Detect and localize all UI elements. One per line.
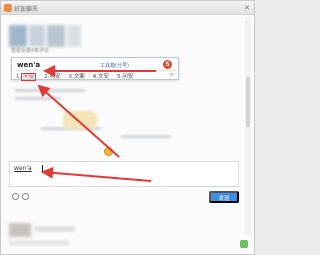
blurred-image (63, 111, 97, 129)
ime-toolbox-label[interactable]: 工具箱(分号) (100, 62, 129, 69)
ime-candidate[interactable]: 4.文安 (93, 72, 109, 80)
ime-candidate[interactable]: 5.问安 (117, 72, 133, 80)
blurred-text (121, 135, 171, 138)
candidate-text: 文安 (98, 74, 110, 80)
message-input[interactable]: wen'a (9, 161, 239, 187)
ime-divider (15, 70, 175, 71)
emoji-icon (104, 147, 113, 156)
ime-candidate[interactable]: 2.吻安 (44, 72, 60, 80)
window-title: 好友聊天 (14, 6, 39, 13)
chat-history (1, 83, 245, 161)
sogou-logo-icon: S (163, 60, 172, 69)
scrollbar[interactable] (245, 17, 251, 235)
chat-window: 好友聊天 ✕ 查看全部4条评论 wen'a 工具箱(分号) S 1. 问安 2.吻… (0, 0, 255, 255)
close-icon[interactable]: ✕ (243, 4, 251, 12)
blurred-image (47, 25, 65, 47)
ime-composition: wen'a (17, 61, 41, 69)
at-icon[interactable] (22, 193, 29, 200)
candidate-text: 问安 (21, 73, 37, 81)
blurred-image (67, 25, 81, 47)
candidate-text: 问安 (122, 74, 134, 80)
ime-candidate[interactable]: 3.文案 (69, 72, 85, 80)
comment-caption: 查看全部4条评论 (11, 48, 50, 54)
message-input-text: wen'a (14, 165, 32, 172)
blurred-image (9, 223, 31, 237)
blurred-text (15, 97, 61, 100)
blurred-image (29, 25, 45, 47)
ime-next-page-icon[interactable]: > (170, 72, 174, 78)
scroll-thumb[interactable] (246, 77, 250, 127)
corner-icon[interactable] (240, 240, 248, 248)
ime-candidate-list: 1. 问安 2.吻安 3.文案 4.文安 5.问安 (16, 72, 133, 81)
blurred-text (35, 227, 75, 231)
blurred-text (9, 241, 69, 245)
blurred-image (9, 25, 27, 47)
title-bar: 好友聊天 ✕ (1, 1, 254, 15)
blurred-text (15, 89, 85, 92)
input-toolbar: 发送 (9, 191, 239, 203)
candidate-text: 文案 (73, 74, 85, 80)
ime-candidate-window: wen'a 工具箱(分号) S 1. 问安 2.吻安 3.文案 4.文安 5.问安… (11, 57, 179, 81)
text-caret (42, 165, 43, 173)
candidate-text: 吻安 (49, 74, 61, 80)
app-icon (4, 4, 12, 12)
send-button[interactable]: 发送 (209, 191, 239, 203)
image-strip (9, 25, 189, 47)
ime-candidate[interactable]: 1. 问安 (16, 72, 37, 81)
emoji-icon[interactable] (12, 193, 19, 200)
